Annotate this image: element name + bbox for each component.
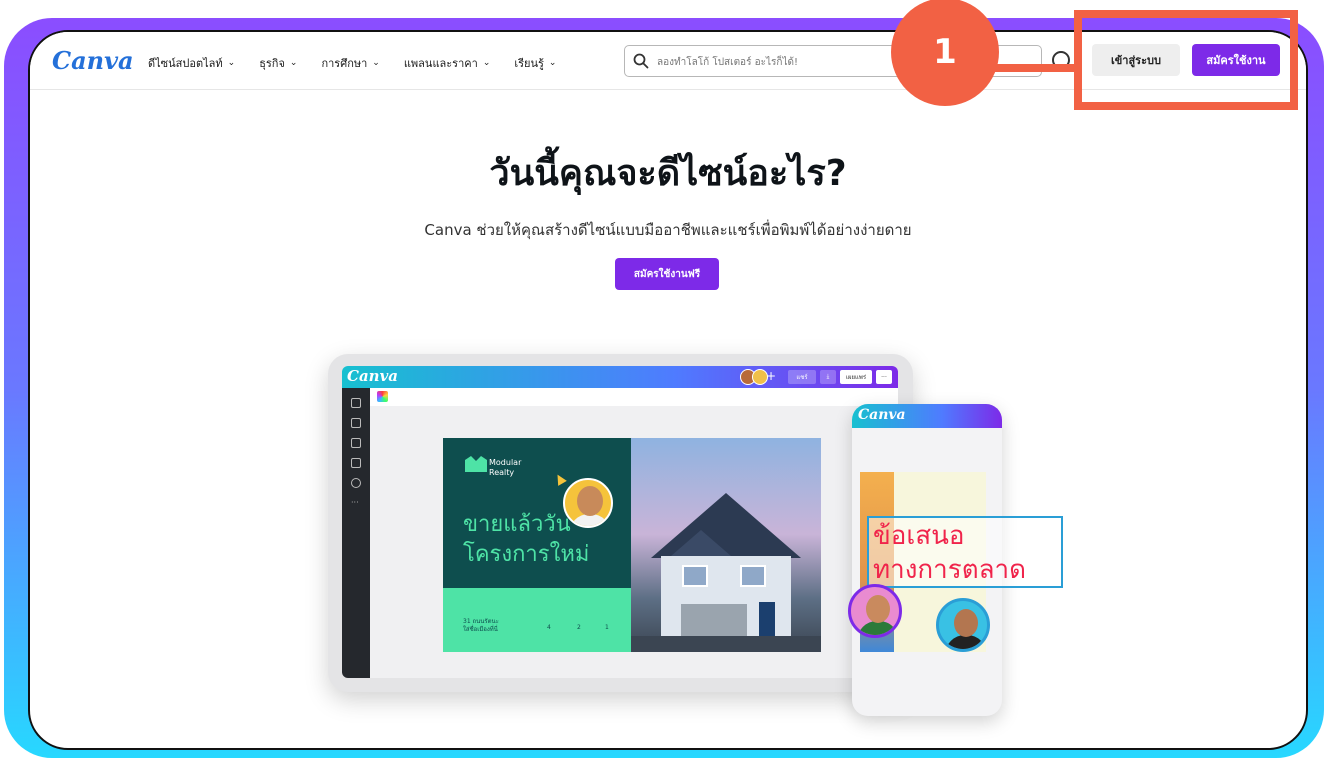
nav-item-label: ดีไซน์สปอตไลท์ — [148, 57, 223, 70]
videos-icon — [351, 458, 361, 468]
nav-item-label: แพลนและราคา — [403, 57, 478, 70]
agent-photo — [563, 478, 613, 528]
nav-item-business[interactable]: ธุรกิจ ⌄ — [259, 54, 297, 72]
nav-item-plans-pricing[interactable]: แพลนและราคา ⌄ — [404, 54, 491, 72]
offer-line-2: ทางการตลาด — [873, 555, 1027, 585]
chevron-down-icon: ⌄ — [548, 58, 557, 68]
nav-item-label: การศึกษา — [321, 57, 368, 70]
browser-window: Canva ดีไซน์สปอตไลท์ ⌄ ธุรกิจ ⌄ การศึกษา… — [28, 30, 1308, 750]
collaborator-avatar-man — [936, 598, 990, 652]
more-icon: ··· — [876, 370, 892, 384]
signup-free-button[interactable]: สมัครใช้งานฟรี — [615, 258, 719, 290]
bath-count: 2 — [577, 624, 581, 631]
collaborator-avatar-woman — [848, 584, 902, 638]
phone-logo: Canva — [858, 407, 906, 423]
bed-count: 4 — [547, 624, 551, 631]
design-headline-2: โครงการใหม่ — [463, 542, 590, 567]
search-icon — [633, 53, 649, 69]
phone-topbar: Canva — [852, 404, 1002, 428]
annotation-connector-line — [995, 64, 1077, 72]
cursor-pointer-icon — [553, 472, 567, 486]
nav-item-learn[interactable]: เรียนรู้ ⌄ — [514, 54, 556, 72]
design-address: 31 ถนนรัตนะ ใส่ชื่อเมืองที่นี่ — [463, 618, 499, 633]
tablet-screen: Canva + แชร์ ⤓ เผยแพร่ ··· ··· Modular R… — [342, 366, 898, 678]
hero-title: วันนี้คุณจะดีไซน์อะไร? — [489, 153, 847, 194]
publish-button: เผยแพร่ — [840, 370, 872, 384]
tablet-mockup-image: Canva + แชร์ ⤓ เผยแพร่ ··· ··· Modular R… — [328, 354, 913, 692]
main-nav: ดีไซน์สปอตไลท์ ⌄ ธุรกิจ ⌄ การศึกษา ⌄ แพล… — [148, 54, 556, 72]
editor-toolbar — [370, 388, 898, 406]
highlight-rectangle — [1074, 10, 1298, 110]
photos-icon — [351, 418, 361, 428]
chevron-down-icon: ⌄ — [289, 58, 298, 68]
house-photo — [631, 438, 821, 652]
download-icon: ⤓ — [820, 370, 836, 384]
mountain-logo-icon — [465, 456, 487, 472]
step-number-badge: 1 — [891, 0, 999, 106]
chevron-down-icon: ⌄ — [372, 58, 380, 68]
color-swatch-icon — [377, 391, 388, 402]
editor-logo: Canva — [347, 367, 398, 385]
templates-icon — [351, 398, 361, 408]
brand-name: Modular Realty — [489, 458, 522, 477]
more-apps-icon: ··· — [351, 498, 359, 507]
hero-subtitle: Canva ช่วยให้คุณสร้างดีไซน์แบบมืออาชีพแล… — [424, 221, 912, 239]
editor-topbar: Canva + แชร์ ⤓ เผยแพร่ ··· — [342, 366, 898, 388]
share-button: แชร์ — [788, 370, 816, 384]
nav-item-design-spotlight[interactable]: ดีไซน์สปอตไลท์ ⌄ — [148, 54, 235, 72]
car-count: 1 — [605, 624, 609, 631]
add-collaborator-icon: + — [766, 369, 777, 383]
house-illustration — [631, 493, 821, 652]
nav-item-label: ธุรกิจ — [259, 57, 285, 70]
chevron-down-icon: ⌄ — [227, 58, 236, 68]
offer-line-1: ข้อเสนอ — [873, 521, 965, 551]
chevron-down-icon: ⌄ — [482, 58, 491, 68]
canva-logo[interactable]: Canva — [52, 46, 134, 75]
editor-sidebar: ··· — [342, 388, 370, 678]
elements-icon — [351, 438, 361, 448]
nav-item-label: เรียนรู้ — [514, 57, 544, 70]
design-left-panel: Modular Realty ขายแล้ววัน โครงการใหม่ 31… — [443, 438, 631, 652]
uploads-icon — [351, 478, 361, 488]
nav-item-education[interactable]: การศึกษา ⌄ — [321, 54, 379, 72]
marketing-offer-textbox: ข้อเสนอ ทางการตลาด — [867, 516, 1063, 588]
real-estate-design: Modular Realty ขายแล้ววัน โครงการใหม่ 31… — [443, 438, 821, 652]
